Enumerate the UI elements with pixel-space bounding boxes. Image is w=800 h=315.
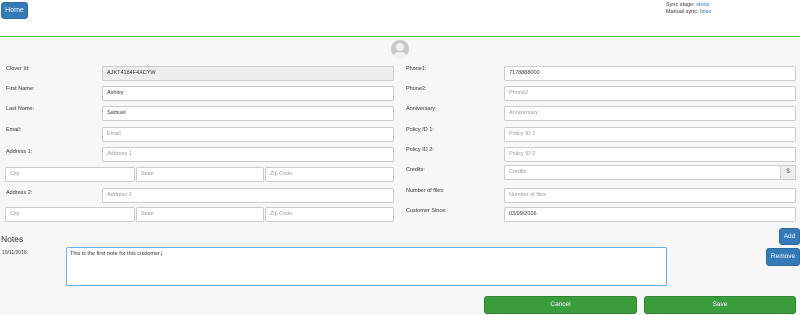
last-name-field[interactable]: Samuel xyxy=(102,106,394,121)
first-name-field[interactable]: Ashley xyxy=(102,86,394,101)
credits-field[interactable]: Credits xyxy=(504,165,781,180)
policy-id-2-label: Policy ID 2: xyxy=(406,147,434,153)
clover-id-field[interactable]: AJKT4184F4XCYW xyxy=(102,66,394,81)
sync-stage-label: Sync stage: xyxy=(666,2,695,8)
city2-field[interactable]: City xyxy=(5,207,135,222)
notes-heading: Notes xyxy=(1,234,24,244)
email-label: Email: xyxy=(6,127,22,133)
address1-field[interactable]: Address 1 xyxy=(102,147,394,162)
sync-status: Sync stage: sleep Manual sync: false xyxy=(666,2,712,16)
manual-sync-label: Manual sync: xyxy=(666,9,699,15)
clover-id-label: Clover Id: xyxy=(6,66,30,72)
address2-field[interactable]: Address 2 xyxy=(102,188,394,203)
manual-sync-value: false xyxy=(699,9,712,15)
number-of-files-label: Number of files: xyxy=(406,188,445,194)
email-field[interactable]: Email xyxy=(102,127,394,142)
anniversary-field[interactable]: Anniversary xyxy=(504,106,796,121)
address1-label: Address 1: xyxy=(6,149,33,155)
city1-field[interactable]: City xyxy=(5,167,135,182)
address2-label: Address 2: xyxy=(6,190,33,196)
first-name-label: First Name: xyxy=(6,86,35,92)
cancel-button[interactable]: Cancel xyxy=(484,296,637,314)
policy-id-1-field[interactable]: Policy ID 1 xyxy=(504,127,796,142)
remove-note-button[interactable]: Remove xyxy=(766,248,800,266)
phone2-label: Phone2: xyxy=(406,86,427,92)
note-date: 10/11/2016: xyxy=(2,250,29,256)
credits-label: Credits: xyxy=(406,167,425,173)
zip1-field[interactable]: Zip Code xyxy=(265,167,394,182)
add-note-button[interactable]: Add xyxy=(779,228,800,245)
phone2-field[interactable]: Phone2 xyxy=(504,86,796,101)
zip2-field[interactable]: Zip Code xyxy=(265,207,394,222)
customer-since-field[interactable]: 03/09/2016 xyxy=(504,207,796,222)
dollar-addon: $ xyxy=(781,165,796,180)
phone1-label: Phone1: xyxy=(406,66,427,72)
note-textarea[interactable]: This is the first note for this customer… xyxy=(66,247,667,286)
number-of-files-field[interactable]: Number of files xyxy=(504,188,796,203)
avatar-icon xyxy=(391,40,409,58)
last-name-label: Last Name: xyxy=(6,106,35,112)
home-button[interactable]: Home xyxy=(1,2,28,19)
policy-id-1-label: Policy ID 1: xyxy=(406,127,434,133)
anniversary-label: Anniversary: xyxy=(406,106,437,112)
sync-stage-value: sleep xyxy=(696,2,710,8)
policy-id-2-field[interactable]: Policy ID 2 xyxy=(504,147,796,162)
save-button[interactable]: Save xyxy=(644,296,796,314)
customer-form: Clover Id: AJKT4184F4XCYW First Name: As… xyxy=(0,38,800,315)
state2-field[interactable]: State xyxy=(136,207,264,222)
phone1-field[interactable]: 7178888000 xyxy=(504,66,796,81)
top-bar: Home Sync stage: sleep Manual sync: fals… xyxy=(0,0,800,37)
state1-field[interactable]: State xyxy=(136,167,264,182)
customer-since-label: Customer Since: xyxy=(406,208,447,214)
